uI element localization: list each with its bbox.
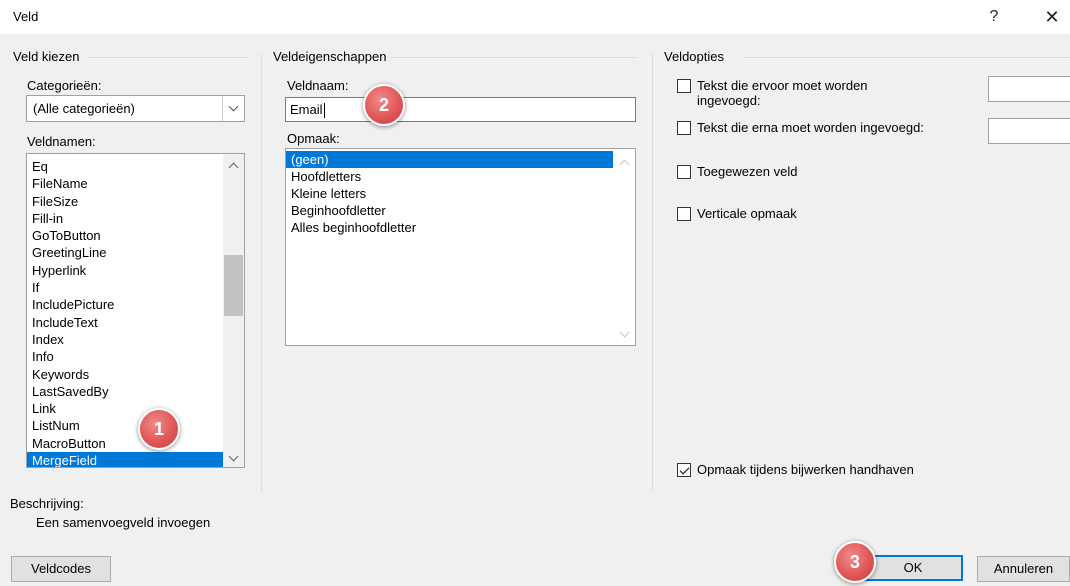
format-scroll-down-icon[interactable] xyxy=(614,325,635,343)
description-text: Een samenvoegveld invoegen xyxy=(36,515,211,530)
fieldname-item[interactable]: IncludeText xyxy=(27,314,223,331)
fieldname-item[interactable]: Eq xyxy=(27,158,223,175)
fieldnames-list[interactable]: Eq FileName FileSize Fill-in GoToButton Greet… xyxy=(26,153,245,468)
fieldname-item[interactable]: Keywords xyxy=(27,366,223,383)
help-button[interactable]: ? xyxy=(979,4,1009,30)
fieldname-value: Email xyxy=(290,102,323,117)
chevron-down-icon xyxy=(228,101,239,112)
category-dropdown-button[interactable] xyxy=(222,96,244,121)
field-choose-divider xyxy=(88,57,248,58)
cancel-button[interactable]: Annuleren xyxy=(977,556,1070,582)
format-item[interactable]: Beginhoofdletter xyxy=(286,202,613,219)
fieldname-label: Veldnaam: xyxy=(287,78,349,93)
description-label: Beschrijving: xyxy=(10,496,84,511)
field-options-legend: Veldopties xyxy=(664,49,724,64)
vertical-format-label: Verticale opmaak xyxy=(697,206,797,221)
fieldname-item[interactable]: FileSize xyxy=(27,193,223,210)
fieldname-item[interactable]: ListNum xyxy=(27,417,223,434)
fieldnames-items: Eq FileName FileSize Fill-in GoToButton Greet… xyxy=(27,158,223,467)
field-props-legend: Veldeigenschappen xyxy=(273,49,387,64)
fieldname-item[interactable]: Fill-in xyxy=(27,210,223,227)
format-item[interactable]: Kleine letters xyxy=(286,185,613,202)
before-text-label: Tekst die ervoor moet worden ingevoegd: xyxy=(697,78,868,108)
fieldname-item[interactable]: Link xyxy=(27,400,223,417)
fieldname-item[interactable]: Hyperlink xyxy=(27,262,223,279)
field-choose-legend: Veld kiezen xyxy=(13,49,80,64)
before-text-line1: Tekst die ervoor moet worden xyxy=(697,78,868,93)
format-items: (geen) Hoofdletters Kleine letters Beginhoo… xyxy=(286,151,613,236)
dialog-title: Veld xyxy=(13,9,39,24)
after-text-checkbox[interactable] xyxy=(677,121,691,135)
scroll-up-icon[interactable] xyxy=(223,156,244,174)
format-scrollbar[interactable] xyxy=(614,149,635,345)
field-options-divider xyxy=(743,57,1070,58)
column-divider-2 xyxy=(652,54,653,491)
before-text-line2: ingevoegd: xyxy=(697,93,761,108)
format-scroll-up-icon[interactable] xyxy=(614,153,635,171)
fieldname-item[interactable]: Info xyxy=(27,348,223,365)
title-bar xyxy=(0,0,1070,34)
fieldname-item[interactable]: MacroButton xyxy=(27,435,223,452)
preserve-format-checkbox[interactable] xyxy=(677,463,691,477)
step-badge-2: 2 xyxy=(363,84,405,126)
before-text-input[interactable] xyxy=(988,76,1070,102)
categories-label: Categorieën: xyxy=(27,78,102,93)
ok-button[interactable]: OK xyxy=(863,555,963,581)
fieldname-item[interactable]: IncludePicture xyxy=(27,296,223,313)
fieldname-item[interactable]: Index xyxy=(27,331,223,348)
fieldname-item[interactable]: LastSavedBy xyxy=(27,383,223,400)
format-list[interactable]: (geen) Hoofdletters Kleine letters Beginhoo… xyxy=(285,148,636,346)
fieldnames-label: Veldnamen: xyxy=(27,134,96,149)
after-text-input[interactable] xyxy=(988,118,1070,144)
format-label: Opmaak: xyxy=(287,131,340,146)
step-badge-1: 1 xyxy=(138,408,180,450)
fieldname-input[interactable]: Email xyxy=(285,97,636,122)
field-codes-button[interactable]: Veldcodes xyxy=(11,556,111,582)
format-item[interactable]: (geen) xyxy=(286,151,613,168)
mapped-field-label: Toegewezen veld xyxy=(697,164,798,179)
close-button[interactable]: ✕ xyxy=(1037,4,1067,30)
field-props-divider xyxy=(390,57,638,58)
fieldname-item[interactable]: GreetingLine xyxy=(27,244,223,261)
category-value: (Alle categorieën) xyxy=(33,101,135,116)
fieldname-item[interactable]: MergeField xyxy=(27,452,223,467)
format-item[interactable]: Hoofdletters xyxy=(286,168,613,185)
fieldnames-scrollbar[interactable] xyxy=(223,154,244,467)
fieldname-item[interactable]: FileName xyxy=(27,175,223,192)
fieldname-item[interactable]: GoToButton xyxy=(27,227,223,244)
after-text-label: Tekst die erna moet worden ingevoegd: xyxy=(697,120,924,135)
column-divider-1 xyxy=(261,54,262,491)
fieldname-item[interactable]: If xyxy=(27,279,223,296)
scroll-down-icon[interactable] xyxy=(223,449,244,467)
preserve-format-label: Opmaak tijdens bijwerken handhaven xyxy=(697,462,914,477)
vertical-format-checkbox[interactable] xyxy=(677,207,691,221)
format-item[interactable]: Alles beginhoofdletter xyxy=(286,219,613,236)
text-caret xyxy=(323,103,325,119)
before-text-checkbox[interactable] xyxy=(677,79,691,93)
category-select[interactable]: (Alle categorieën) xyxy=(26,95,245,122)
scrollbar-thumb[interactable] xyxy=(224,255,243,316)
step-badge-3: 3 xyxy=(834,541,876,583)
mapped-field-checkbox[interactable] xyxy=(677,165,691,179)
